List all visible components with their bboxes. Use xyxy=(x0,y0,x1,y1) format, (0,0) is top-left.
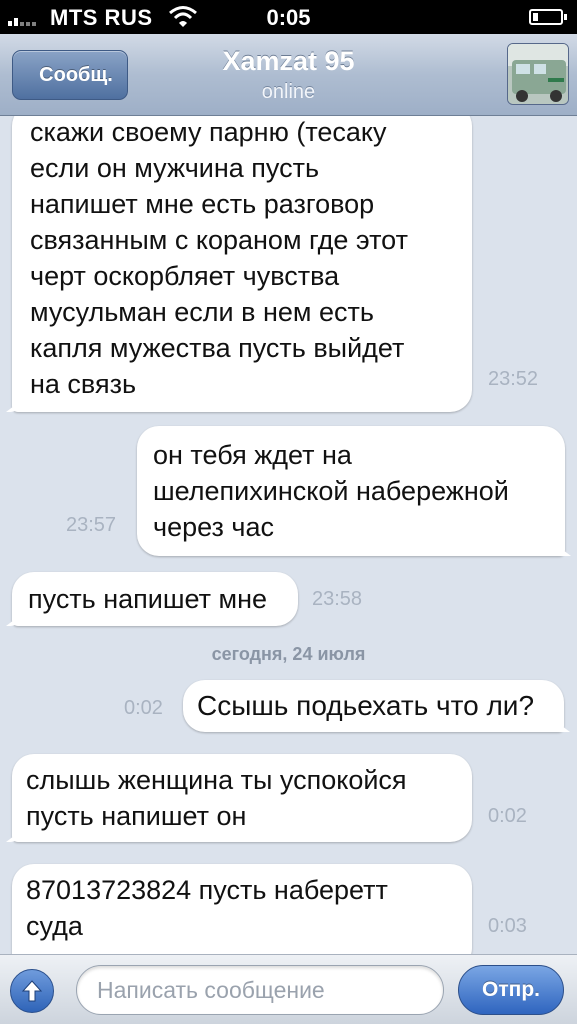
message-time: 23:58 xyxy=(312,588,363,610)
message-bubble: слышь женщина ты успокойся пусть напишет… xyxy=(12,754,472,842)
message-bubble: пусть напишет мне xyxy=(12,572,298,626)
message-input[interactable] xyxy=(76,965,444,1015)
date-separator: сегодня, 24 июля xyxy=(211,644,366,664)
message-time: 0:03 xyxy=(488,915,527,937)
clock: 0:05 xyxy=(266,5,311,30)
message-bubble: Ссышь подьехать что ли? xyxy=(183,680,564,732)
message-bubble: скажи своему парню (тесаку если он мужчи… xyxy=(12,116,472,412)
attach-button[interactable] xyxy=(10,969,54,1013)
battery-icon xyxy=(529,9,567,25)
message-time: 0:02 xyxy=(488,805,527,827)
up-arrow-icon xyxy=(21,980,43,1002)
message-time: 23:52 xyxy=(488,368,539,390)
status-bar: MTS RUS 0:05 xyxy=(0,0,577,34)
contact-avatar[interactable] xyxy=(507,43,569,105)
message-bubble: он тебя ждет на шелепихинской набережной… xyxy=(137,426,565,556)
conversation-header: Сообщ. Xamzat 95 online xyxy=(0,34,577,116)
contact-status: online xyxy=(261,81,316,103)
back-button[interactable]: Сообщ. xyxy=(12,50,128,100)
message-list[interactable]: скажи своему парню (тесаку если он мужчи… xyxy=(0,116,577,954)
message-time: 23:57 xyxy=(66,514,117,536)
send-button[interactable]: Отпр. xyxy=(458,965,564,1015)
contact-name: Xamzat 95 xyxy=(222,46,355,76)
message-bubble: 87013723824 пусть наберетт суда xyxy=(12,864,472,954)
compose-bar: Отпр. xyxy=(0,954,577,1024)
message-time: 0:02 xyxy=(124,697,163,719)
